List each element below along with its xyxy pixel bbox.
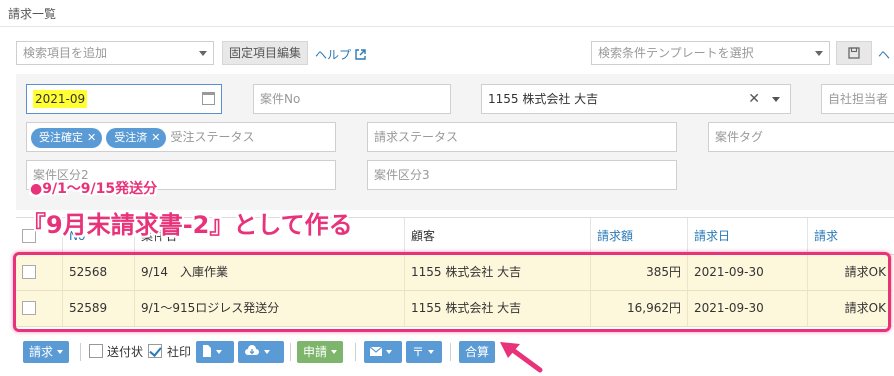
document-icon: [203, 345, 211, 357]
chevron-down-icon: [386, 350, 392, 354]
billing-month-value: 2021-09: [33, 90, 88, 108]
annotation-arrow: [500, 342, 543, 373]
remove-tag-icon[interactable]: ✕: [87, 131, 96, 144]
add-search-item-placeholder: 検索項目を追加: [23, 46, 108, 60]
owner-placeholder: 自社担当者: [828, 92, 889, 106]
shipping-slip-checkbox[interactable]: [89, 344, 103, 358]
chevron-down-icon: [264, 350, 270, 354]
case-tag-field[interactable]: 案件タグ: [708, 122, 894, 152]
help-link-2[interactable]: ヘ: [878, 46, 890, 63]
customer-field[interactable]: 1155 株式会社 大吉 ✕: [481, 84, 791, 114]
apply-menu-label: 申請: [303, 345, 328, 359]
search-template-select[interactable]: 検索条件テンプレートを選択: [591, 41, 830, 65]
calendar-icon[interactable]: [202, 92, 215, 105]
external-link-icon: [355, 49, 366, 60]
chevron-down-icon: [428, 350, 435, 354]
column-header-customer[interactable]: 顧客: [404, 218, 590, 255]
chevron-down-icon: [57, 350, 64, 354]
order-status-field[interactable]: 受注確定 ✕ 受注済 ✕ 受注ステータス: [26, 122, 336, 152]
invoice-status-placeholder: 請求ステータス: [374, 130, 459, 144]
annotation-note-large: 『9月末請求書-2』として作る: [22, 211, 353, 239]
divider: [80, 343, 81, 361]
postal-icon: 〒: [412, 345, 425, 359]
document-menu-button[interactable]: [196, 341, 234, 363]
remove-tag-icon[interactable]: ✕: [151, 131, 160, 144]
divider: [290, 343, 291, 361]
fixed-items-edit-button[interactable]: 固定項目編集: [222, 41, 308, 65]
order-status-tag-label: 受注済: [114, 131, 148, 144]
chevron-down-icon: [331, 350, 338, 354]
column-header-amount[interactable]: 請求額: [590, 218, 687, 255]
mail-menu-button[interactable]: [364, 341, 402, 363]
cloud-download-icon: [245, 345, 259, 355]
case-tag-placeholder: 案件タグ: [715, 130, 764, 144]
annotation-note-small: ●9/1～9/15発送分: [30, 181, 158, 197]
chevron-down-icon[interactable]: [772, 97, 780, 102]
invoice-menu-button[interactable]: 請求: [23, 341, 70, 363]
title-divider: [0, 26, 894, 27]
case-no-field[interactable]: 案件No: [253, 84, 451, 114]
page-title: 請求一覧: [8, 7, 57, 21]
chevron-down-icon: [216, 350, 222, 354]
add-search-item-select[interactable]: 検索項目を追加: [16, 41, 214, 65]
invoice-menu-label: 請求: [29, 345, 54, 359]
chevron-down-icon: [815, 51, 823, 56]
order-status-tag-label: 受注確定: [39, 131, 83, 144]
column-header-date[interactable]: 請求日: [687, 218, 807, 255]
order-status-placeholder: 受注ステータス: [170, 130, 255, 144]
apply-menu-button[interactable]: 申請: [297, 341, 344, 363]
save-template-button[interactable]: [836, 41, 872, 65]
order-status-tag[interactable]: 受注確定 ✕: [31, 128, 103, 148]
company-seal-label: 社印: [167, 345, 192, 359]
merge-button[interactable]: 合算: [459, 341, 496, 363]
shipping-slip-label: 送付状: [107, 345, 144, 359]
invoice-status-field[interactable]: 請求ステータス: [367, 122, 677, 152]
case-class3-field[interactable]: 案件区分3: [367, 160, 677, 190]
column-header-status[interactable]: 請求: [807, 218, 894, 255]
search-template-placeholder: 検索条件テンプレートを選択: [598, 46, 754, 60]
clear-icon[interactable]: ✕: [748, 85, 760, 113]
owner-field[interactable]: 自社担当者: [821, 84, 894, 114]
help-link-label: ヘルプ: [315, 48, 352, 62]
help-link[interactable]: ヘルプ: [315, 46, 366, 63]
highlight-frame: [13, 252, 891, 332]
order-status-tag[interactable]: 受注済 ✕: [106, 128, 167, 148]
customer-value: 1155 株式会社 大吉: [488, 92, 599, 106]
case-class3-placeholder: 案件区分3: [374, 168, 430, 182]
company-seal-checkbox[interactable]: [148, 344, 162, 358]
postal-menu-button[interactable]: 〒: [406, 341, 442, 363]
divider: [450, 343, 451, 361]
divider: [355, 343, 356, 361]
save-icon: [848, 47, 860, 59]
chevron-down-icon: [199, 51, 207, 56]
case-no-placeholder: 案件No: [260, 92, 301, 106]
download-menu-button[interactable]: [238, 341, 284, 363]
mail-icon: [369, 346, 383, 356]
billing-month-field[interactable]: 2021-09: [26, 84, 222, 114]
